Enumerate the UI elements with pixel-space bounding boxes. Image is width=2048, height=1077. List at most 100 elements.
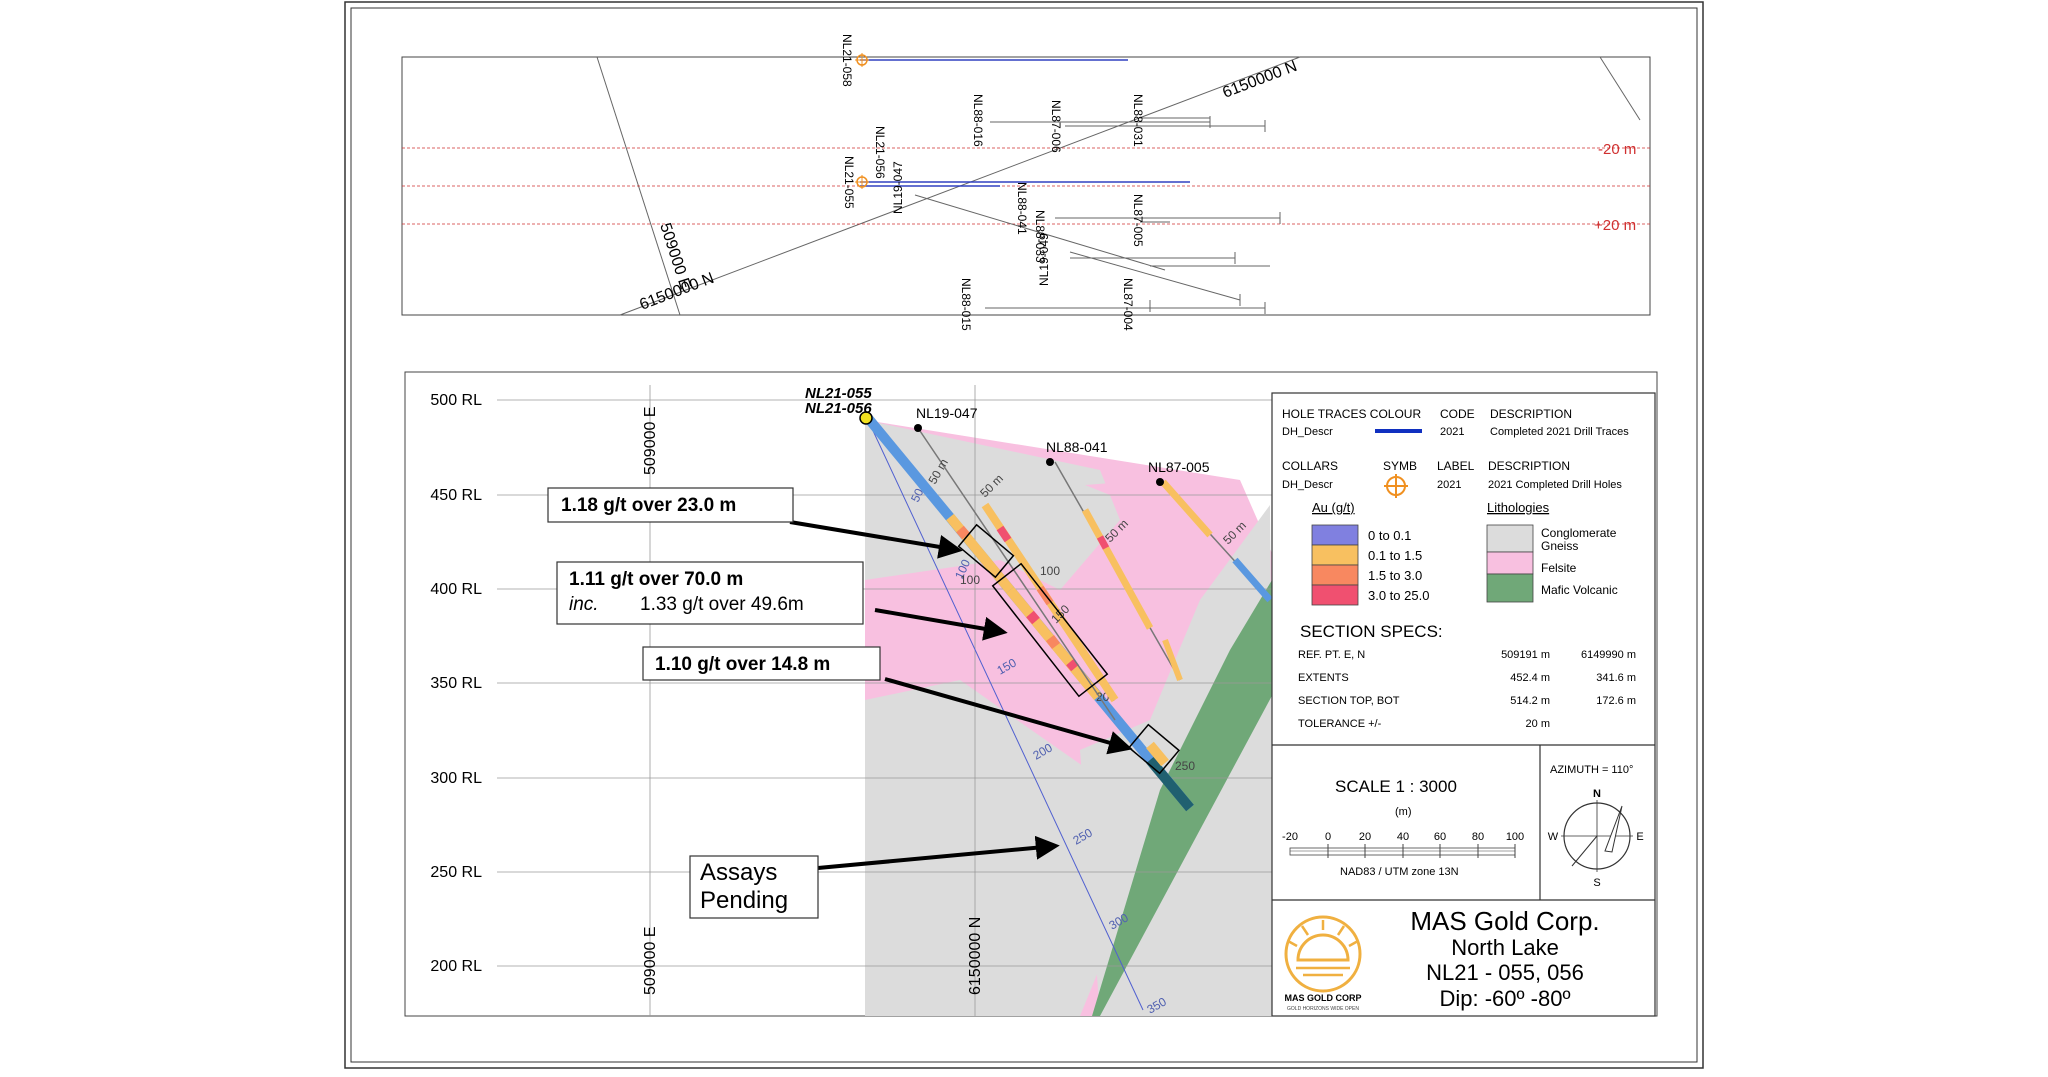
spec-label-3: TOLERANCE +/- (1298, 718, 1382, 730)
figure-canvas: -20 m +20 m 6150000 N 6150000 N 509000 E (344, 1, 1704, 1069)
collar-nl88-041 (1046, 458, 1054, 466)
pending-line-2: Pending (700, 887, 788, 914)
legend-label-title: LABEL (1437, 459, 1475, 473)
au-swatch-0 (1311, 524, 1359, 546)
legend-header-desc: DESCRIPTION (1490, 407, 1572, 421)
plan-label-nl21-056: NL21-056 (873, 126, 887, 179)
scale-tick-3: 40 (1397, 831, 1409, 843)
scale-tick-6: 100 (1506, 831, 1524, 843)
spec-v1-2: 514.2 m (1510, 695, 1550, 707)
tolerance-label-minus: -20 m (1598, 141, 1636, 158)
plan-label-nl21-058: NL21-058 (840, 34, 854, 87)
scale-tick-5: 80 (1472, 831, 1484, 843)
datum-label: NAD83 / UTM zone 13N (1340, 866, 1459, 878)
azimuth-label: AZIMUTH = 110° (1550, 764, 1633, 776)
pending-line-1: Assays (700, 859, 777, 886)
lith-label-mafic: Mafic Volcanic (1541, 583, 1618, 597)
rl-label-200: 200 RL (430, 958, 482, 975)
au-swatch-3 (1311, 584, 1359, 606)
au-swatch-2 (1311, 564, 1359, 586)
spec-label-0: REF. PT. E, N (1298, 649, 1365, 661)
legend-row-hole: DH_Descr (1282, 426, 1333, 438)
holes-label: NL21 - 055, 056 (1426, 960, 1584, 985)
logo-tagline: GOLD HORIZONS WIDE OPEN (1287, 1006, 1359, 1012)
rl-label-300: 300 RL (430, 770, 482, 787)
tick-055-100: 100 (960, 573, 980, 587)
spec-label-1: EXTENTS (1298, 672, 1349, 684)
spec-v2-1: 341.6 m (1596, 672, 1636, 684)
legend-collar-desc-title: DESCRIPTION (1488, 459, 1570, 473)
au-label-1: 0.1 to 1.5 (1368, 548, 1422, 563)
plan-label-nl19-047: NL19-047 (891, 161, 905, 214)
lith-swatch-gneiss (1486, 524, 1534, 553)
rl-label-500: 500 RL (430, 392, 482, 409)
tolerance-label-plus: +20 m (1594, 217, 1636, 234)
spec-v1-0: 509191 m (1501, 649, 1550, 661)
lith-label-felsite: Felsite (1541, 561, 1577, 575)
au-label-3: 3.0 to 25.0 (1368, 588, 1429, 603)
rl-label-400: 400 RL (430, 581, 482, 598)
callout-2-inc-value: 1.33 g/t over 49.6m (640, 594, 804, 615)
plan-label-nl88-041: NL88-041 (1015, 182, 1029, 235)
compass-n: N (1593, 788, 1601, 800)
callout-2-main: 1.11 g/t over 70.0 m (569, 569, 743, 590)
au-label-0: 0 to 0.1 (1368, 528, 1411, 543)
project-name: North Lake (1451, 935, 1559, 960)
nl19-047-100: 100 (1040, 564, 1060, 578)
callout-2-inc-label: inc. (569, 594, 599, 615)
company-name: MAS Gold Corp. (1410, 906, 1599, 936)
plan-label-nl21-055: NL21-055 (842, 156, 856, 209)
rl-label-250: 250 RL (430, 864, 482, 881)
compass-w: W (1548, 831, 1559, 843)
label-nl88-041: NL88-041 (1046, 439, 1108, 455)
legend-row-desc: Completed 2021 Drill Traces (1490, 426, 1629, 438)
plan-label-nl88-016: NL88-016 (971, 94, 985, 147)
collar-nl19-047 (914, 424, 922, 432)
spec-v1-1: 452.4 m (1510, 672, 1550, 684)
label-nl19-047: NL19-047 (916, 405, 978, 421)
plan-label-nl88-015: NL88-015 (959, 278, 973, 331)
label-nl21-056: NL21-056 (805, 400, 872, 417)
lith-swatch-felsite (1486, 551, 1534, 575)
compass-e: E (1636, 831, 1643, 843)
lith-swatch-mafic (1486, 573, 1534, 603)
legend-symb: SYMB (1383, 459, 1417, 473)
spec-v2-0: 6149990 m (1581, 649, 1636, 661)
au-legend-title: Au (g/t) (1312, 500, 1355, 515)
callout-3-text: 1.10 g/t over 14.8 m (655, 654, 830, 675)
compass-s: S (1593, 877, 1600, 889)
easting-label-bottom: 509000 E (642, 926, 659, 995)
lithology-legend-title: Lithologies (1487, 500, 1550, 515)
legend-header-code: CODE (1440, 407, 1475, 421)
tick-055-250: 250 (1175, 759, 1195, 773)
au-label-2: 1.5 to 3.0 (1368, 568, 1422, 583)
rl-label-350: 350 RL (430, 675, 482, 692)
scale-title: SCALE 1 : 3000 (1335, 777, 1457, 796)
legend-row-code: 2021 (1440, 426, 1464, 438)
legend-panel: HOLE TRACES COLOUR CODE DESCRIPTION DH_D… (1271, 392, 1656, 1017)
plan-label-nl19-049: NL19-049 (1037, 233, 1051, 286)
scale-tick-0: -20 (1282, 831, 1298, 843)
spec-label-2: SECTION TOP, BOT (1298, 695, 1400, 707)
logo-wordmark: MAS GOLD CORP (1284, 993, 1361, 1003)
plan-label-nl88-031: NL88-031 (1131, 94, 1145, 147)
plan-label-nl87-006: NL87-006 (1049, 100, 1063, 153)
collar-nl87-005 (1156, 478, 1164, 486)
figure-stage: -20 m +20 m 6150000 N 6150000 N 509000 E (0, 0, 2048, 1072)
legend-collar-label: 2021 (1437, 479, 1461, 491)
easting-label-top: 509000 E (642, 406, 659, 475)
scale-unit: (m) (1395, 806, 1412, 818)
au-swatch-1 (1311, 544, 1359, 566)
scale-tick-4: 60 (1434, 831, 1446, 843)
rl-label-450: 450 RL (430, 487, 482, 504)
legend-collars-title: COLLARS (1282, 459, 1338, 473)
label-nl87-005: NL87-005 (1148, 459, 1210, 475)
specs-title: SECTION SPECS: (1300, 622, 1443, 641)
callout-1-text: 1.18 g/t over 23.0 m (561, 495, 736, 516)
legend-header-hole: HOLE TRACES COLOUR (1282, 407, 1421, 421)
spec-v1-3: 20 m (1526, 718, 1550, 730)
scale-tick-1: 0 (1325, 831, 1331, 843)
legend-collar-desc: 2021 Completed Drill Holes (1488, 479, 1622, 491)
dip-label: Dip: -60º -80º (1439, 986, 1570, 1011)
plan-label-nl87-005: NL87-005 (1131, 194, 1145, 247)
